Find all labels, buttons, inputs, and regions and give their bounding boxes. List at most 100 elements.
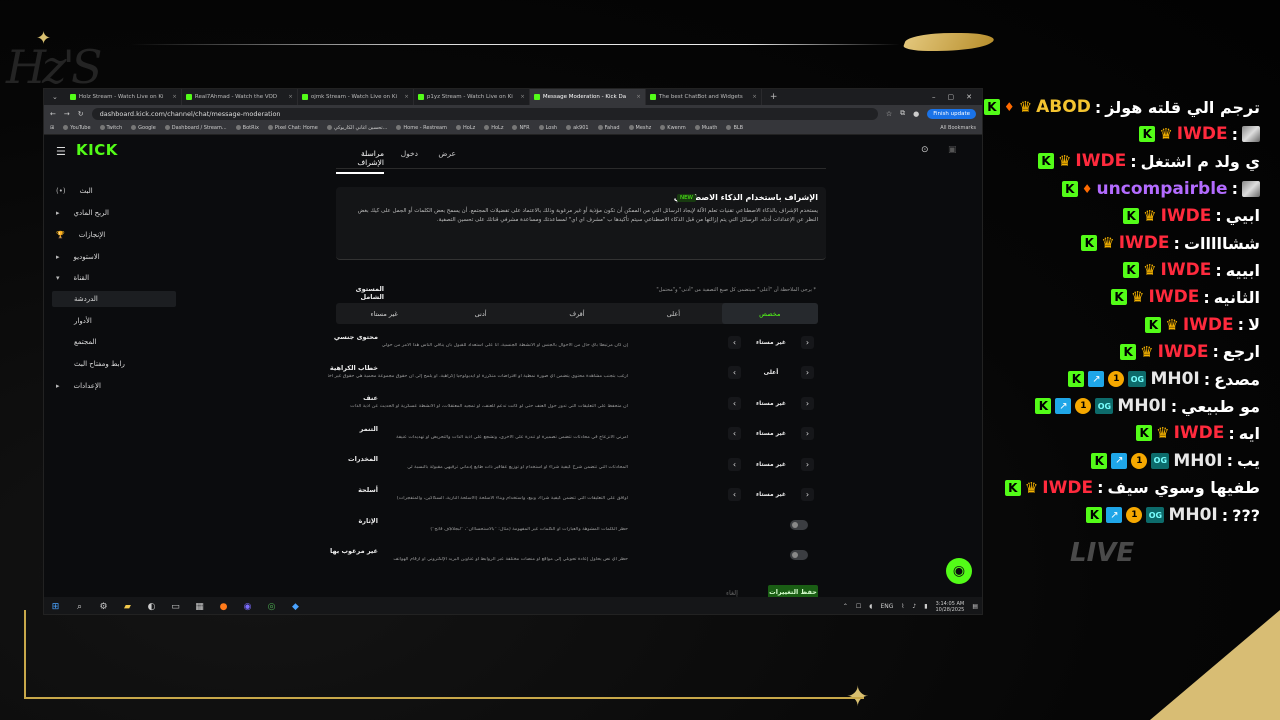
bookmark-item[interactable]: Kwenm xyxy=(660,125,686,131)
chevron-left-icon[interactable]: ‹ xyxy=(728,366,741,379)
all-bookmarks-button[interactable]: All Bookmarks xyxy=(940,125,976,131)
chevron-left-icon[interactable]: ‹ xyxy=(728,396,741,410)
star-bookmark-icon[interactable]: ☆ xyxy=(886,110,892,118)
chevron-right-icon[interactable]: › xyxy=(801,488,814,501)
chevron-left-icon[interactable]: ‹ xyxy=(728,427,741,440)
bookmark-item[interactable]: BotRix xyxy=(235,125,259,131)
sidebar-item[interactable]: ▸ الإعدادات xyxy=(52,378,176,394)
chevron-left-icon[interactable]: ‹ xyxy=(728,488,741,501)
language-indicator[interactable]: ENG xyxy=(880,603,893,610)
tab-message-moderation[interactable]: مراسلة الإشراف xyxy=(336,149,384,174)
close-tab-icon[interactable]: × xyxy=(520,94,525,100)
extensions-icon[interactable]: ⧉ xyxy=(900,109,905,118)
bookmark-item[interactable]: Fahad xyxy=(597,125,620,131)
steam-icon[interactable]: ◆ xyxy=(290,601,301,612)
sidebar-item[interactable]: الدردشة xyxy=(52,291,176,307)
terminal-icon[interactable]: ▭ xyxy=(170,601,181,612)
sidebar-item[interactable]: ▸ الاستوديو xyxy=(52,249,176,265)
sidebar-item[interactable]: ▾ القناة xyxy=(52,270,176,286)
sidebar-item[interactable]: 🏆 الإنجازات xyxy=(52,227,176,243)
chevron-right-icon[interactable]: › xyxy=(801,366,814,379)
maximize-icon[interactable]: ▢ xyxy=(948,93,955,101)
bookmark-item[interactable]: Twitch xyxy=(99,125,122,131)
settings-icon[interactable]: ⚙ xyxy=(98,601,109,612)
chevron-left-icon[interactable]: ‹ xyxy=(728,457,741,471)
cancel-button[interactable]: إلغاء xyxy=(726,589,738,597)
forward-icon[interactable]: → xyxy=(64,110,70,118)
bookmark-item[interactable]: BLB xyxy=(726,125,743,131)
bookmark-item[interactable]: ak901 xyxy=(566,125,589,131)
bookmark-item[interactable]: Meshz xyxy=(628,125,651,131)
user-avatar-icon[interactable]: ▣ xyxy=(948,145,957,155)
chevron-right-icon[interactable]: › xyxy=(801,335,814,349)
volume-icon[interactable]: ◖ xyxy=(869,603,872,610)
tab-menu-icon[interactable]: ⌄ xyxy=(44,93,66,101)
bookmark-item[interactable]: Muath xyxy=(694,125,717,131)
close-tab-icon[interactable]: × xyxy=(404,94,409,100)
toggle-switch[interactable] xyxy=(790,550,808,560)
sidebar-item[interactable]: (•) البث xyxy=(52,183,176,199)
profile-icon[interactable]: ● xyxy=(913,110,919,118)
browser-tab[interactable]: p1yz Stream - Watch Live on Ki × xyxy=(414,89,530,105)
close-tab-icon[interactable]: × xyxy=(636,94,641,100)
support-chat-icon[interactable]: ◉ xyxy=(946,558,972,584)
new-tab-icon[interactable]: + xyxy=(762,92,786,102)
bookmark-item[interactable]: HoLz xyxy=(456,125,475,131)
chevron-left-icon[interactable]: ‹ xyxy=(728,335,741,349)
level-option[interactable]: أقرف xyxy=(529,303,625,324)
bookmark-item[interactable]: Pixel Chat: Home xyxy=(267,125,318,131)
refresh-icon[interactable]: ⊙ xyxy=(921,145,929,155)
chevron-up-icon[interactable]: ⌃ xyxy=(843,603,848,610)
bookmark-item[interactable]: Losh xyxy=(538,125,557,131)
sidebar-item[interactable]: الأدوار xyxy=(52,313,176,329)
bookmark-item[interactable]: HoLz xyxy=(484,125,503,131)
search-icon[interactable]: ⌕ xyxy=(74,601,85,612)
browser-tab[interactable]: Message Moderation - Kick Da × xyxy=(529,89,646,105)
close-icon[interactable]: ✕ xyxy=(966,93,972,101)
browser-tab[interactable]: The best ChatBot and Widgets × xyxy=(646,89,762,105)
apps-icon[interactable]: ⊞ xyxy=(50,125,54,131)
tab-view[interactable]: عرض xyxy=(438,149,456,158)
discord-icon[interactable]: ◉ xyxy=(242,601,253,612)
level-option[interactable]: غير مستاء xyxy=(336,303,432,324)
bookmark-item[interactable]: NFR xyxy=(512,125,530,131)
sound-icon[interactable]: ♪ xyxy=(912,603,916,610)
level-option[interactable]: أدنى xyxy=(432,303,528,324)
close-tab-icon[interactable]: × xyxy=(752,94,757,100)
bookmark-item[interactable]: YouTube xyxy=(63,125,91,131)
firefox-icon[interactable]: ● xyxy=(218,601,229,612)
close-tab-icon[interactable]: × xyxy=(172,94,177,100)
browser-tab[interactable]: Real7Ahmad - Watch the VOD × xyxy=(182,89,298,105)
app-icon[interactable]: ◐ xyxy=(146,601,157,612)
close-tab-icon[interactable]: × xyxy=(288,94,293,100)
sidebar-item[interactable]: رابط ومفتاح البث xyxy=(52,356,176,372)
hamburger-menu-icon[interactable]: ☰ xyxy=(56,145,66,158)
file-explorer-icon[interactable]: ▰ xyxy=(122,601,133,612)
finish-update-button[interactable]: Finish update xyxy=(927,108,976,119)
bookmark-item[interactable]: Home - Restream xyxy=(396,125,447,131)
battery-icon[interactable]: ▮ xyxy=(924,603,927,610)
reload-icon[interactable]: ↻ xyxy=(78,110,84,118)
level-option[interactable]: مخصص xyxy=(721,303,818,324)
back-icon[interactable]: ← xyxy=(50,110,56,118)
kick-logo[interactable]: KICK xyxy=(76,141,118,159)
bookmark-item[interactable]: تحسين اغاني الكاريوكي... xyxy=(326,125,387,131)
browser-tab[interactable]: ojmk Stream - Watch Live on Ki × xyxy=(298,89,414,105)
chevron-right-icon[interactable]: › xyxy=(801,396,814,410)
chevron-right-icon[interactable]: › xyxy=(801,457,814,471)
windows-start-icon[interactable]: ⊞ xyxy=(50,601,61,612)
minimize-icon[interactable]: – xyxy=(932,93,936,101)
network-icon[interactable]: ☐ xyxy=(856,603,861,610)
level-option[interactable]: أعلى xyxy=(625,303,721,324)
wifi-icon[interactable]: ⌇ xyxy=(901,603,904,610)
notifications-icon[interactable]: ▤ xyxy=(972,603,978,610)
url-input[interactable]: dashboard.kick.com/channel/chat/message-… xyxy=(91,107,878,120)
chevron-right-icon[interactable]: › xyxy=(801,427,814,440)
bookmark-item[interactable]: Dashboard / Stream... xyxy=(164,125,227,131)
tab-login[interactable]: دخول xyxy=(401,149,418,158)
browser-tab[interactable]: Holz Stream - Watch Live on Ki × xyxy=(66,89,182,105)
media-icon[interactable]: ▦ xyxy=(194,601,205,612)
chrome-icon[interactable]: ◎ xyxy=(266,601,277,612)
sidebar-item[interactable]: المجتمع xyxy=(52,334,176,350)
bookmark-item[interactable]: Google xyxy=(131,125,156,131)
